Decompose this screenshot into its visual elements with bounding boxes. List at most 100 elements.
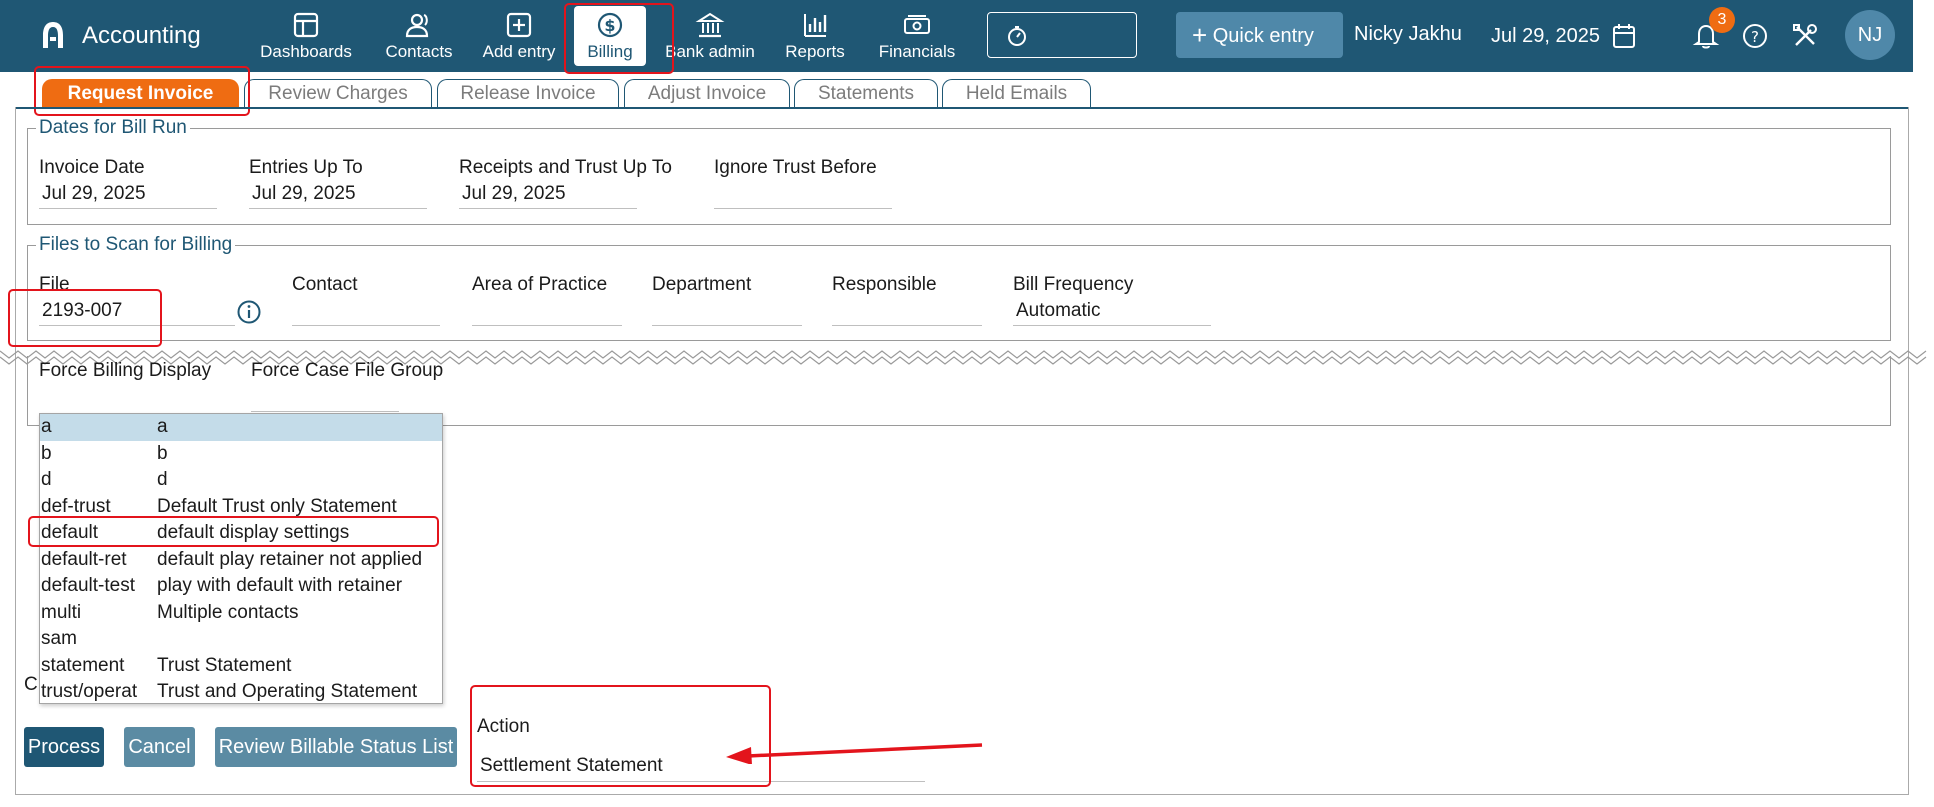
option-code: def-trust (41, 495, 111, 517)
avatar[interactable]: NJ (1845, 10, 1895, 60)
area-of-practice-field[interactable] (472, 300, 622, 326)
option-code: trust/operat (41, 681, 138, 702)
dropdown-option[interactable]: dd (40, 467, 442, 494)
nav-reports[interactable]: Reports (780, 6, 850, 66)
dropdown-option[interactable]: def-trust Default Trust only Statement (40, 494, 442, 521)
nav-bank-admin-label: Bank admin (665, 42, 755, 61)
option-description: play with default with retainer (157, 575, 403, 596)
force-billing-display-label: Force Billing Display (39, 360, 212, 381)
nav-reports-label: Reports (785, 42, 845, 61)
option-code: sam (41, 628, 77, 649)
ignore-trust-before-label: Ignore Trust Before (714, 157, 877, 178)
billing-dollar-icon: $ (597, 12, 623, 38)
dropdown-option[interactable]: bb (40, 441, 442, 468)
option-code: multi (41, 601, 82, 623)
quick-entry-button[interactable]: + Quick entry (1176, 12, 1343, 58)
option-description: a (157, 416, 168, 437)
review-billable-status-button[interactable]: Review Billable Status List (215, 727, 457, 767)
ignore-trust-before-field[interactable] (714, 183, 892, 209)
help-icon[interactable]: ? (1741, 22, 1769, 50)
dropdown-option-default[interactable]: default default display settings (40, 520, 442, 547)
billing-display-dropdown[interactable]: aa bb dd def-trust Default Trust only Sta… (39, 413, 443, 704)
nav-billing-label: Billing (587, 42, 633, 61)
option-code: statement (41, 654, 125, 676)
option-code: default (41, 522, 99, 543)
invoice-date-label: Invoice Date (39, 157, 145, 178)
obscured-field-label: C (24, 674, 38, 695)
stopwatch-icon (1008, 26, 1026, 46)
dashboard-icon (293, 12, 319, 38)
department-label: Department (652, 274, 752, 295)
nav-dashboards-label: Dashboards (260, 42, 352, 61)
file-field[interactable]: 2193-007 (39, 300, 235, 326)
nav-financials-label: Financials (878, 42, 956, 61)
nav-contacts[interactable]: Contacts (380, 6, 458, 66)
files-group-legend: Files to Scan for Billing (39, 234, 233, 255)
invoice-date-field[interactable]: Jul 29, 2025 (39, 183, 217, 209)
responsible-field[interactable] (832, 300, 982, 326)
nav-financials[interactable]: Financials (872, 6, 962, 66)
app-logo-icon (43, 22, 63, 48)
info-icon[interactable] (236, 299, 262, 325)
notification-badge: 3 (1709, 7, 1735, 33)
contact-field[interactable] (292, 300, 440, 326)
calendar-icon[interactable] (1611, 22, 1637, 50)
department-field[interactable] (652, 300, 802, 326)
nav-add-entry[interactable]: Add entry (478, 6, 560, 66)
current-date[interactable]: Jul 29, 2025 (1491, 25, 1600, 48)
option-code: d (41, 469, 52, 490)
app-root: Accounting Dashboards Contacts Add entry… (0, 0, 1934, 807)
process-button[interactable]: Process (24, 727, 104, 767)
dropdown-option[interactable]: default-ret default play retainer not app… (40, 547, 442, 574)
tools-icon[interactable] (1791, 22, 1819, 50)
tab-held-emails[interactable]: Held Emails (942, 79, 1091, 108)
dropdown-option[interactable]: sam (40, 626, 442, 653)
option-description: b (157, 442, 168, 464)
option-description: d (157, 469, 168, 490)
tab-statements[interactable]: Statements (794, 79, 938, 108)
entries-up-to-field[interactable]: Jul 29, 2025 (249, 183, 427, 209)
bank-icon (695, 12, 725, 38)
tab-adjust-invoice[interactable]: Adjust Invoice (624, 79, 790, 108)
annotation-arrow-icon (726, 743, 983, 764)
bill-frequency-label: Bill Frequency (1013, 274, 1134, 295)
tab-request-invoice[interactable]: Request Invoice (42, 79, 239, 108)
option-description: Trust and Operating Statement (157, 681, 418, 702)
tab-review-charges[interactable]: Review Charges (244, 79, 432, 108)
top-navigation-bar: Accounting Dashboards Contacts Add entry… (0, 0, 1913, 72)
dropdown-option[interactable]: statement Trust Statement (40, 653, 442, 680)
dropdown-option[interactable]: aa (40, 414, 442, 441)
dropdown-option[interactable]: multi Multiple contacts (40, 600, 442, 627)
svg-text:$: $ (604, 16, 615, 35)
quick-entry-label: Quick entry (1212, 25, 1314, 47)
nav-dashboards[interactable]: Dashboards (258, 6, 354, 66)
receipts-trust-up-to-label: Receipts and Trust Up To (459, 157, 672, 178)
file-label: File (39, 274, 70, 295)
dropdown-option[interactable]: trust/operat Trust and Operating Statemen… (40, 679, 442, 706)
option-description: default play retainer not applied (157, 548, 423, 570)
area-of-practice-label: Area of Practice (472, 274, 608, 295)
force-case-file-group-label: Force Case File Group (251, 360, 444, 381)
add-entry-icon (506, 12, 532, 38)
dropdown-option[interactable]: default-test play with default with retai… (40, 573, 442, 600)
option-code: b (41, 442, 52, 464)
bill-frequency-field[interactable]: Automatic (1013, 300, 1211, 326)
timer-button[interactable] (987, 12, 1137, 58)
dates-group-legend: Dates for Bill Run (39, 117, 187, 138)
plus-icon: + (1192, 20, 1208, 50)
reports-chart-icon (804, 14, 827, 37)
entries-up-to-label: Entries Up To (249, 157, 363, 178)
option-code: default-test (41, 575, 135, 596)
contact-label: Contact (292, 274, 358, 295)
cancel-button[interactable]: Cancel (124, 727, 195, 767)
responsible-label: Responsible (832, 274, 937, 295)
nav-bank-admin[interactable]: Bank admin (660, 6, 760, 66)
user-name[interactable]: Nicky Jakhu (1354, 23, 1462, 46)
action-label: Action (477, 716, 530, 737)
tab-release-invoice[interactable]: Release Invoice (437, 79, 619, 108)
svg-text:?: ? (1751, 28, 1759, 46)
force-case-file-group-field[interactable] (251, 386, 399, 412)
receipts-trust-up-to-field[interactable]: Jul 29, 2025 (459, 183, 637, 209)
nav-billing[interactable]: $ Billing (574, 6, 646, 66)
option-code: a (41, 416, 52, 437)
